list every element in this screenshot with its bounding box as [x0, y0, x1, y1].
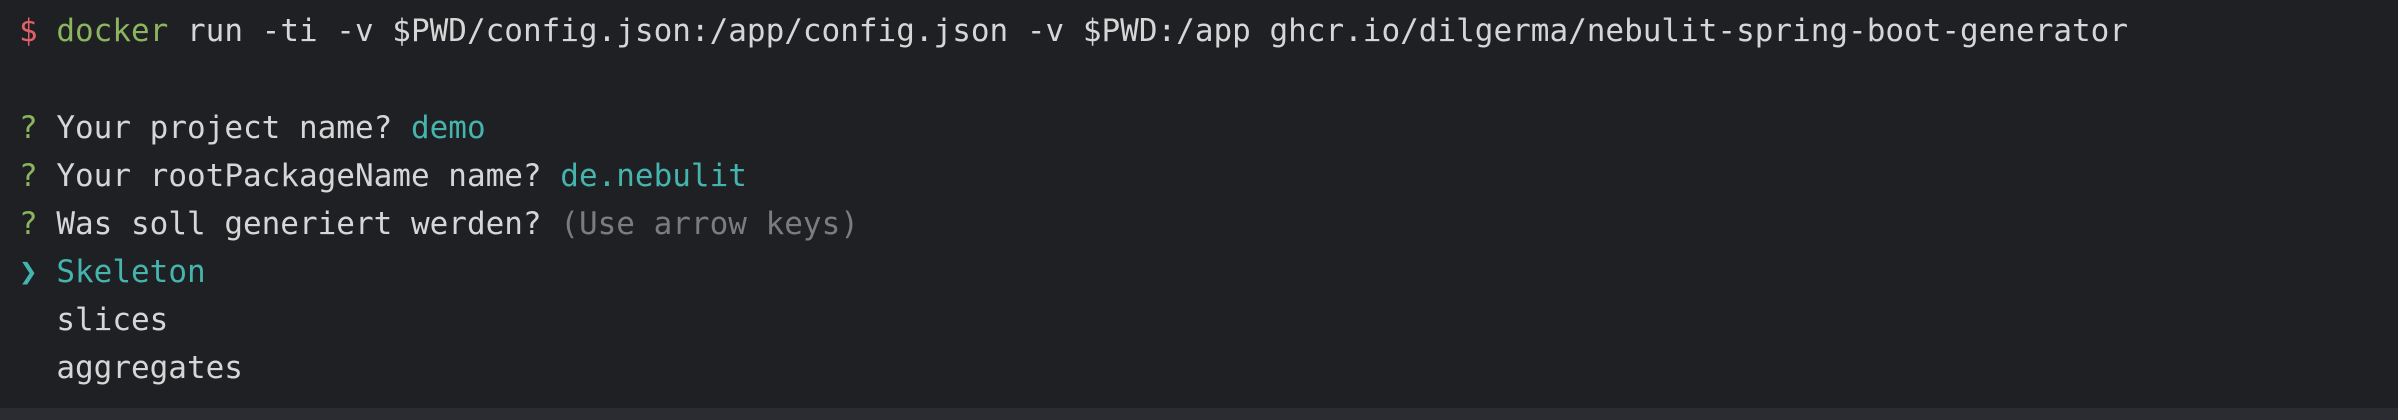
question-text: Was soll generiert werden?: [56, 206, 542, 242]
question-mark: ?: [19, 110, 38, 146]
question-project-name: ? Your project name? demo: [19, 104, 486, 152]
question-mark: ?: [19, 206, 38, 242]
question-answer: demo: [410, 110, 486, 146]
question-text: Your project name?: [56, 110, 393, 146]
selection-pointer-icon: ❯: [19, 254, 38, 290]
question-root-package: ? Your rootPackageName name? de.nebulit: [19, 152, 747, 200]
question-mark: ?: [19, 158, 38, 194]
shell-prompt: $: [19, 13, 38, 49]
question-hint: (Use arrow keys): [560, 206, 859, 242]
choice-label: slices: [56, 302, 169, 338]
choice-skeleton[interactable]: ❯ Skeleton: [19, 248, 206, 296]
command-program: docker: [56, 13, 169, 49]
command-args: run -ti -v $PWD/config.json:/app/config.…: [187, 13, 2129, 49]
command-line: $ docker run -ti -v $PWD/config.json:/ap…: [19, 7, 2128, 55]
terminal-bottom-bar: [0, 408, 2398, 420]
choice-label: aggregates: [56, 350, 243, 386]
choice-label: Skeleton: [56, 254, 206, 290]
choice-aggregates[interactable]: aggregates: [19, 344, 243, 392]
question-text: Your rootPackageName name?: [56, 158, 542, 194]
question-generate-type: ? Was soll generiert werden? (Use arrow …: [19, 200, 859, 248]
question-answer: de.nebulit: [560, 158, 747, 194]
choice-slices[interactable]: slices: [19, 296, 168, 344]
terminal-window[interactable]: $ docker run -ti -v $PWD/config.json:/ap…: [0, 0, 2398, 408]
